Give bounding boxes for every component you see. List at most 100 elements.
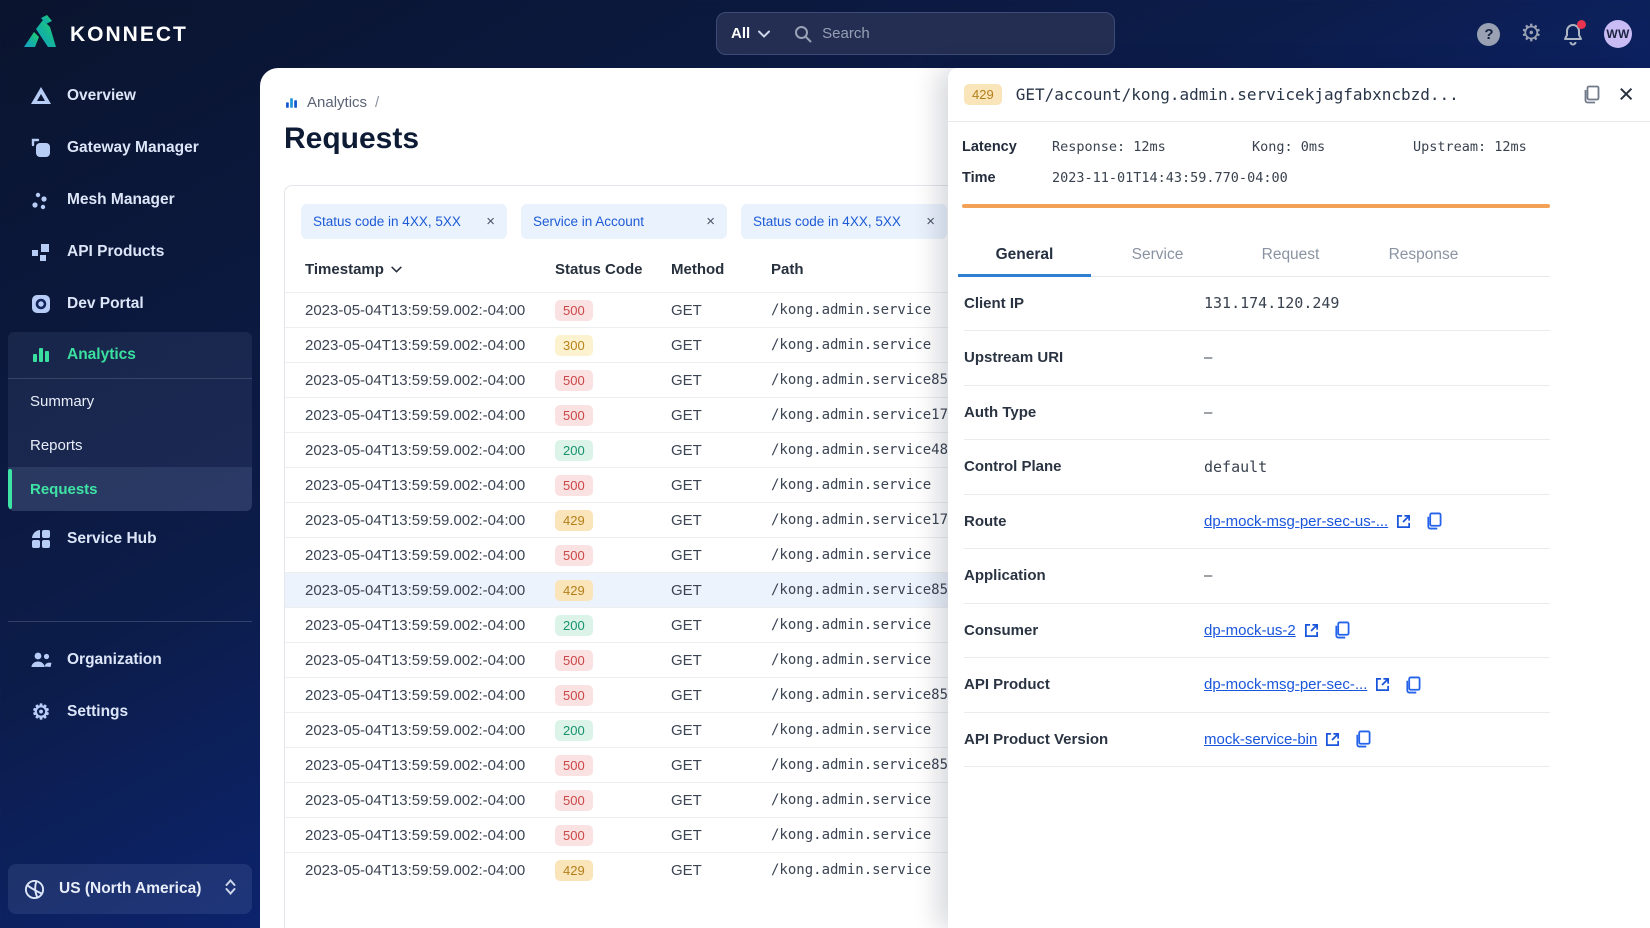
cell-timestamp: 2023-05-04T13:59:59.002:-04:00	[305, 336, 526, 354]
field-value[interactable]: mock-service-bin	[1204, 731, 1317, 748]
external-link-icon[interactable]	[1396, 514, 1411, 529]
field-label: Client IP	[964, 294, 1025, 312]
sidebar-item-dev-portal[interactable]: Dev Portal	[0, 278, 260, 330]
cell-timestamp: 2023-05-04T13:59:59.002:-04:00	[305, 616, 526, 634]
cell-method: GET	[671, 336, 702, 354]
detail-field-row: API Product dp-mock-msg-per-sec-...	[964, 658, 1550, 713]
logo-wordmark: KONNECT	[70, 22, 188, 46]
external-link-icon[interactable]	[1304, 623, 1319, 638]
cell-method: GET	[671, 826, 702, 844]
external-link-icon[interactable]	[1325, 732, 1340, 747]
gear-icon[interactable]: ⚙	[1520, 22, 1542, 46]
status-badge: 500	[555, 824, 593, 846]
latency-kong: Kong: 0ms	[1252, 139, 1326, 155]
copy-icon[interactable]	[1582, 85, 1600, 104]
sidebar: Overview Gateway Manager Mesh Manager AP…	[0, 68, 260, 928]
filter-chip[interactable]: Status code in 4XX, 5XX ×	[741, 204, 947, 239]
overview-icon	[31, 87, 51, 104]
status-badge: 200	[555, 614, 593, 636]
sidebar-item-mesh-manager[interactable]: Mesh Manager	[0, 174, 260, 226]
status-badge: 500	[555, 684, 593, 706]
sidebar-analytics-sub-item[interactable]: Summary	[8, 379, 252, 423]
sidebar-item-label: Service Hub	[67, 530, 157, 547]
status-badge: 300	[555, 334, 593, 356]
service-hub-icon	[32, 530, 50, 548]
panel-tabs: General Service Request Response	[958, 234, 1550, 277]
cell-timestamp: 2023-05-04T13:59:59.002:-04:00	[305, 406, 526, 424]
copy-icon[interactable]	[1354, 730, 1371, 748]
notifications-bell-icon[interactable]	[1562, 20, 1586, 46]
cell-method: GET	[671, 371, 702, 389]
panel-meta: Latency Response: 12ms Kong: 0ms Upstrea…	[948, 122, 1650, 191]
kong-logo-icon	[22, 15, 58, 54]
sidebar-item-label: Organization	[67, 651, 162, 668]
field-value[interactable]: –	[1204, 349, 1212, 366]
filter-chip[interactable]: Service in Account ×	[521, 204, 727, 239]
field-value[interactable]: dp-mock-msg-per-sec-...	[1204, 676, 1367, 693]
detail-field-row: API Product Version mock-service-bin	[964, 713, 1550, 767]
breadcrumb-analytics[interactable]: Analytics	[307, 94, 367, 111]
status-badge: 429	[964, 84, 1002, 105]
sidebar-analytics-sub-item[interactable]: Requests	[8, 467, 252, 511]
konnect-logo[interactable]: KONNECT	[22, 15, 188, 54]
sidebar-sub-item-label: Summary	[30, 392, 95, 410]
analytics-breadcrumb-icon	[286, 97, 297, 108]
breadcrumb-separator: /	[375, 94, 380, 111]
search-input[interactable]	[822, 25, 1100, 42]
topbar: KONNECT All ? ⚙ WW	[0, 0, 1650, 68]
sidebar-item-analytics[interactable]: Analytics	[8, 332, 252, 378]
cell-timestamp: 2023-05-04T13:59:59.002:-04:00	[305, 651, 526, 669]
panel-tab[interactable]: Request	[1224, 234, 1357, 277]
cell-timestamp: 2023-05-04T13:59:59.002:-04:00	[305, 686, 526, 704]
sidebar-analytics-sub-item[interactable]: Reports	[8, 423, 252, 467]
cell-method: GET	[671, 476, 702, 494]
sidebar-divider	[8, 621, 252, 622]
panel-fields: Client IP 131.174.120.249 Upstream URI –…	[964, 277, 1550, 767]
panel-tab[interactable]: Service	[1091, 234, 1224, 277]
field-value[interactable]: –	[1204, 404, 1212, 421]
panel-tab-label: Response	[1388, 245, 1459, 263]
panel-tab[interactable]: General	[958, 234, 1091, 277]
sidebar-item-overview[interactable]: Overview	[0, 70, 260, 122]
panel-title: GET/account/kong.admin.servicekjagfabxnc…	[1015, 85, 1459, 104]
external-link-icon[interactable]	[1375, 677, 1390, 692]
sidebar-item-service-hub[interactable]: Service Hub	[0, 513, 260, 565]
sidebar-item-organization[interactable]: Organization	[0, 634, 260, 686]
close-icon[interactable]: ×	[926, 214, 935, 229]
search-icon	[795, 25, 812, 42]
field-value[interactable]: dp-mock-us-2	[1204, 622, 1296, 639]
breadcrumb[interactable]: Analytics /	[284, 94, 379, 111]
close-icon[interactable]: ×	[706, 214, 715, 229]
cell-method: GET	[671, 721, 702, 739]
copy-icon[interactable]	[1333, 621, 1350, 639]
cell-method: GET	[671, 511, 702, 529]
status-badge: 500	[555, 299, 593, 321]
chevron-updown-icon	[225, 878, 236, 900]
sidebar-analytics-section: Analytics Summary Reports Requests	[8, 332, 252, 511]
sidebar-item-api-products[interactable]: API Products	[0, 226, 260, 278]
region-selector[interactable]: US (North America)	[8, 864, 252, 914]
avatar[interactable]: WW	[1604, 20, 1632, 48]
field-value[interactable]: 131.174.120.249	[1204, 294, 1339, 312]
close-icon[interactable]: ×	[486, 214, 495, 229]
sidebar-item-settings[interactable]: ⚙ Settings	[0, 686, 260, 738]
column-header-timestamp[interactable]: Timestamp	[305, 261, 555, 278]
close-icon[interactable]: ×	[1618, 81, 1634, 108]
panel-tab-label: Service	[1131, 245, 1184, 263]
status-badge: 500	[555, 474, 593, 496]
field-value[interactable]: default	[1204, 458, 1267, 476]
sidebar-item-gateway-manager[interactable]: Gateway Manager	[0, 122, 260, 174]
detail-field-row: Route dp-mock-msg-per-sec-us-...	[964, 495, 1550, 549]
cell-method: GET	[671, 651, 702, 669]
cell-timestamp: 2023-05-04T13:59:59.002:-04:00	[305, 441, 526, 459]
search-scope-select[interactable]: All	[731, 25, 784, 42]
help-icon[interactable]: ?	[1477, 22, 1501, 46]
panel-tab[interactable]: Response	[1357, 234, 1490, 277]
status-badge: 500	[555, 544, 593, 566]
field-value[interactable]: dp-mock-msg-per-sec-us-...	[1204, 513, 1388, 530]
field-value[interactable]: –	[1204, 567, 1212, 584]
detail-field-row: Upstream URI –	[964, 331, 1550, 386]
filter-chip[interactable]: Status code in 4XX, 5XX ×	[301, 204, 507, 239]
copy-icon[interactable]	[1404, 676, 1421, 694]
copy-icon[interactable]	[1425, 512, 1442, 530]
